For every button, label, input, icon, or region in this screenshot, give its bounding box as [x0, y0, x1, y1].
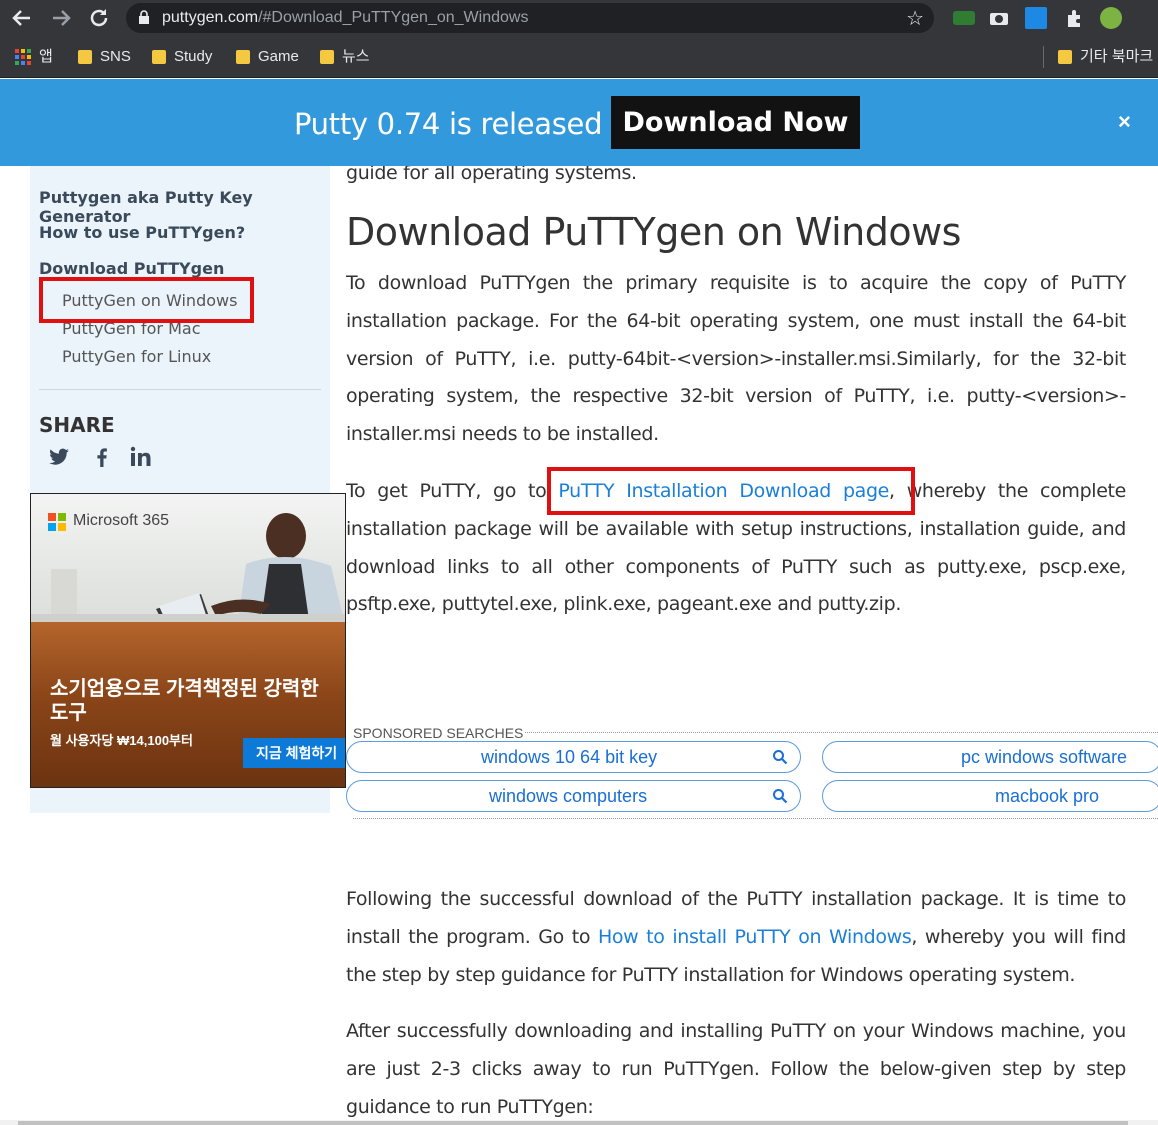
ad-price: 월 사용자당 ₩14,100부터: [50, 733, 193, 748]
section-heading: Download PuTTYgen on Windows: [346, 210, 961, 254]
folder-icon: [1058, 50, 1072, 64]
twitter-icon[interactable]: [47, 445, 71, 469]
profile-avatar[interactable]: [1100, 7, 1122, 29]
sponsored-search-pill[interactable]: macbook pro: [822, 780, 1158, 812]
bookmarks-bar: 앱 SNS Study Game 뉴스 기타 북마크: [0, 37, 1158, 78]
download-now-button[interactable]: Download Now: [611, 96, 860, 149]
folder-icon: [78, 50, 92, 64]
folder-icon: [152, 50, 166, 64]
reload-icon[interactable]: [86, 5, 112, 31]
divider: [353, 818, 1158, 819]
lock-icon: [139, 10, 149, 24]
paragraph-1: To download PuTTYgen the primary requisi…: [346, 272, 1126, 446]
bookmark-apps[interactable]: 앱: [15, 46, 53, 68]
apps-grid-icon: [15, 49, 31, 65]
bookmark-game[interactable]: Game: [236, 46, 299, 68]
forward-icon[interactable]: [48, 5, 74, 31]
folder-icon: [236, 50, 250, 64]
microsoft-logo-icon: [48, 513, 66, 531]
extensions-icon[interactable]: [1063, 7, 1085, 29]
toc-item-download[interactable]: Download PuTTYgen: [39, 259, 224, 278]
how-to-install-link[interactable]: How to install PuTTY on Windows: [598, 926, 912, 948]
sponsored-search-pill[interactable]: windows 10 64 bit key: [346, 741, 801, 773]
sponsored-search-pill[interactable]: pc windows software: [822, 741, 1158, 773]
divider: [525, 732, 1158, 733]
facebook-icon[interactable]: [90, 445, 114, 469]
folder-icon: [320, 50, 334, 64]
url-text: puttygen.com/#Download_PuTTYgen_on_Windo…: [162, 9, 529, 26]
camera-icon[interactable]: [988, 7, 1010, 29]
toc-item-puttygen-key-generator[interactable]: Puttygen aka Putty Key Generator: [39, 188, 330, 226]
search-icon: [773, 750, 788, 765]
address-bar[interactable]: puttygen.com/#Download_PuTTYgen_on_Windo…: [126, 3, 934, 33]
ad-headline: 소기업용으로 가격책정된 강력한 도구: [50, 678, 319, 724]
bookmark-divider: [1043, 46, 1044, 68]
microsoft-ad[interactable]: Microsoft 365 소기업용으로 가격책정된 강력한 도구 월 사용자당…: [30, 493, 346, 788]
close-icon[interactable]: ×: [1118, 109, 1131, 135]
highlight-box: [39, 277, 254, 323]
sponsored-search-pill[interactable]: windows computers: [346, 780, 801, 812]
divider: [39, 389, 321, 390]
extension-ac-icon[interactable]: [953, 11, 975, 25]
bookmark-sns[interactable]: SNS: [78, 46, 131, 68]
bookmark-other[interactable]: 기타 북마크: [1058, 46, 1153, 68]
bookmark-study[interactable]: Study: [152, 46, 212, 68]
highlight-box: [547, 467, 915, 515]
s-extension-icon[interactable]: [1025, 7, 1047, 29]
ad-cta-button[interactable]: 지금 체험하기: [243, 738, 345, 768]
paragraph-4: After successfully downloading and insta…: [346, 1020, 1126, 1118]
bookmark-news[interactable]: 뉴스: [320, 46, 370, 68]
search-icon: [773, 789, 788, 804]
toc-item-how-to-use[interactable]: How to use PuTTYgen?: [39, 223, 245, 242]
release-banner: Putty 0.74 is released Download Now ×: [0, 79, 1158, 166]
banner-text: Putty 0.74 is released: [294, 107, 603, 141]
linkedin-icon[interactable]: [129, 445, 153, 469]
share-heading: SHARE: [39, 413, 115, 437]
back-icon[interactable]: [9, 5, 35, 31]
scrollbar-thumb[interactable]: [18, 1121, 1128, 1125]
sponsored-label: SPONSORED SEARCHES: [353, 725, 524, 741]
ad-brand: Microsoft 365: [73, 512, 170, 529]
browser-toolbar: puttygen.com/#Download_PuTTYgen_on_Windo…: [0, 0, 1158, 37]
star-icon[interactable]: ☆: [906, 6, 924, 31]
paragraph-3: Following the successful download of the…: [346, 888, 1126, 986]
toc-sub-linux[interactable]: PuttyGen for Linux: [62, 347, 211, 366]
